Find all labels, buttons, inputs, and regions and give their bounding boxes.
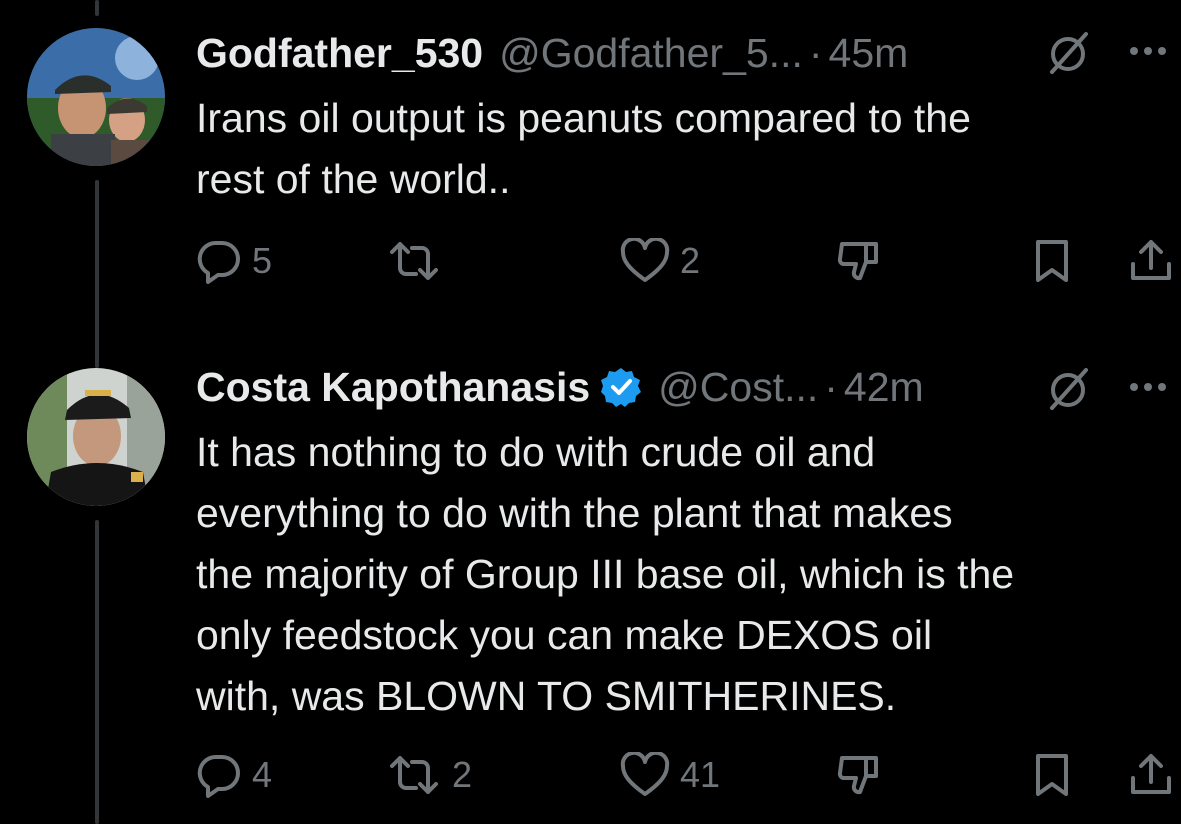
display-name[interactable]: Godfather_530 [196,30,483,77]
bookmark-icon [1036,754,1068,796]
repost-count: 2 [452,754,473,795]
text-line: everything to do with the plant that mak… [196,490,953,536]
separator-dot: · [824,363,838,410]
repost-icon [390,756,438,794]
grok-icon[interactable] [1046,30,1092,81]
tweet-godfather[interactable]: Godfather_530 @Godfather_5... · 45m Iran… [0,0,1181,340]
separator-dot: · [808,29,823,76]
bookmark-button[interactable] [1032,238,1072,284]
repost-button[interactable] [386,238,452,284]
handle[interactable]: @Godfather_5... [499,30,803,77]
dislike-icon [837,242,878,281]
action-bar: 4 2 41 [196,752,1181,802]
dislike-button[interactable] [836,238,882,284]
text-line: Irans oil output is peanuts compared to … [196,95,971,141]
reply-icon [197,240,240,284]
like-button[interactable]: 2 [620,238,700,284]
dislike-button[interactable] [836,752,882,798]
reply-icon [197,754,240,798]
text-line: only feedstock you can make DEXOS oil [196,612,933,658]
text-line: It has nothing to do with crude oil and [196,429,876,475]
dislike-icon [837,756,878,795]
timestamp[interactable]: 45m [829,30,909,77]
avatar[interactable] [27,28,165,166]
tweet-header: Costa Kapothanasis @Cost... · 42m [196,362,924,412]
tweet-header: Godfather_530 @Godfather_5... · 45m [196,28,908,78]
like-button[interactable]: 41 [620,752,720,798]
text-line: the majority of Group III base oil, whic… [196,551,1015,597]
share-button[interactable] [1128,752,1174,798]
like-icon [620,238,670,282]
share-icon [1131,240,1171,280]
more-icon[interactable] [1126,40,1170,67]
tweet-text: Irans oil output is peanuts compared to … [196,88,1171,210]
tweet-costa[interactable]: Costa Kapothanasis @Cost... · 42m It has… [0,340,1181,824]
reply-count: 4 [252,754,273,795]
repost-icon [390,242,438,280]
avatar[interactable] [27,368,165,506]
grok-icon[interactable] [1046,366,1092,417]
share-button[interactable] [1128,238,1174,284]
text-line: rest of the world.. [196,156,511,202]
tweet-text: It has nothing to do with crude oil and … [196,422,1171,727]
like-count: 2 [680,240,701,281]
repost-button[interactable]: 2 [386,752,472,798]
share-icon [1131,754,1171,794]
like-icon [620,752,670,796]
action-bar: 5 2 [196,238,1181,288]
reply-button[interactable]: 5 [196,238,272,284]
verified-badge-icon [600,366,642,408]
text-line: with, was BLOWN TO SMITHERINES. [196,673,897,719]
handle[interactable]: @Cost... [658,364,818,411]
more-icon[interactable] [1126,376,1170,403]
reply-button[interactable]: 4 [196,752,272,798]
like-count: 41 [680,754,721,795]
bookmark-button[interactable] [1032,752,1072,798]
reply-count: 5 [252,240,273,281]
bookmark-icon [1036,240,1068,282]
timestamp[interactable]: 42m [844,364,924,411]
display-name[interactable]: Costa Kapothanasis [196,364,590,411]
